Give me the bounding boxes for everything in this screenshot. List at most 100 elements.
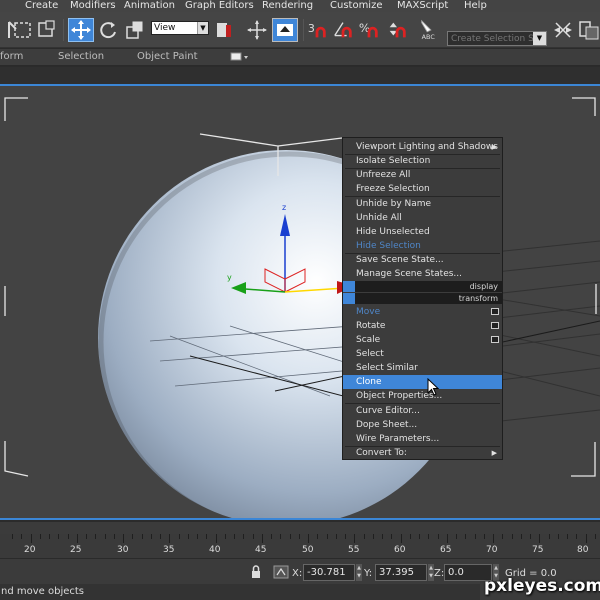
menu-bar: Create Modifiers Animation Graph Editors… (0, 0, 600, 12)
menu-create[interactable]: Create (25, 0, 58, 11)
track-tick (428, 534, 430, 539)
menu-item-label: Rotate (356, 321, 386, 331)
y-coord-field[interactable]: 37.395 (375, 564, 427, 581)
reference-coordinate-value: View (154, 23, 176, 33)
track-tick (160, 534, 161, 539)
menu-item-convert-to[interactable]: Convert To: ▶ (343, 446, 502, 460)
select-scale-icon[interactable] (124, 18, 146, 42)
track-tick (557, 534, 559, 539)
lock-selection-icon[interactable] (250, 565, 262, 582)
menu-item-select-similar[interactable]: Select Similar (343, 361, 502, 375)
reference-coordinate-dropdown[interactable]: View ▼ (151, 21, 209, 35)
track-tick (30, 534, 32, 543)
track-tick (197, 534, 198, 539)
snap-toggle-icon[interactable]: 3 (306, 18, 328, 42)
track-tick (113, 534, 115, 539)
track-tick (493, 534, 494, 543)
menu-item-label: Select (356, 349, 384, 359)
menu-item-label: Freeze Selection (356, 184, 430, 194)
track-bar[interactable]: 20 25 30 35 40 45 50 55 60 65 70 75 80 (0, 534, 600, 558)
quad-header-display: display (343, 281, 502, 292)
x-spinner-icon[interactable]: ▲ ▼ (356, 564, 362, 581)
menu-item-rotate[interactable]: Rotate (343, 319, 502, 333)
perspective-viewport[interactable]: z y (0, 84, 600, 520)
pivot-center-icon[interactable] (213, 18, 235, 42)
absolute-mode-icon[interactable] (273, 565, 289, 582)
menu-item-unhide-by-name[interactable]: Unhide by Name (343, 197, 502, 211)
track-tick (58, 534, 60, 539)
track-tick (76, 534, 78, 543)
track-tick (382, 534, 383, 539)
track-tick (363, 534, 365, 539)
ribbon-tab-object-paint[interactable]: Object Paint (137, 51, 198, 62)
ribbon-tab-selection[interactable]: Selection (58, 51, 104, 62)
settings-box-icon[interactable] (491, 308, 499, 315)
menu-graph-editors[interactable]: Graph Editors (185, 0, 254, 11)
track-tick (123, 534, 124, 543)
quad-header-marker (343, 281, 355, 292)
menu-rendering[interactable]: Rendering (262, 0, 313, 11)
menu-item-scale[interactable]: Scale (343, 333, 502, 347)
spinner-snap-icon[interactable] (386, 18, 408, 42)
menu-item-clone[interactable]: Clone (343, 375, 502, 389)
menu-item-label: Wire Parameters... (356, 434, 440, 444)
track-tick (215, 534, 217, 543)
ribbon-tab-form[interactable]: form (0, 51, 23, 62)
track-tick (243, 534, 245, 539)
menu-help[interactable]: Help (464, 0, 487, 11)
menu-item-manage-scene-states[interactable]: Manage Scene States... (343, 267, 502, 281)
track-tick (437, 534, 439, 539)
menu-customize[interactable]: Customize (330, 0, 383, 11)
track-label-40: 40 (209, 545, 221, 555)
percent-snap-icon[interactable]: % (358, 18, 380, 42)
settings-box-icon[interactable] (491, 336, 499, 343)
track-label-25: 25 (70, 545, 82, 555)
ribbon-options-icon[interactable] (230, 52, 250, 65)
edit-named-selection-icon[interactable]: ABC (418, 18, 440, 42)
quad-header-label: display (469, 282, 498, 291)
menu-animation[interactable]: Animation (124, 0, 175, 11)
menu-item-move: Move (343, 305, 502, 319)
settings-box-icon[interactable] (491, 322, 499, 329)
track-tick (252, 534, 254, 539)
menu-item-curve-editor[interactable]: Curve Editor... (343, 404, 502, 418)
menu-item-dope-sheet[interactable]: Dope Sheet... (343, 418, 502, 432)
menu-item-wire-parameters[interactable]: Wire Parameters... (343, 432, 502, 446)
track-label-75: 75 (532, 545, 544, 555)
track-tick (39, 534, 41, 539)
menu-item-unhide-all[interactable]: Unhide All (343, 211, 502, 225)
menu-item-save-scene-state[interactable]: Save Scene State... (343, 253, 502, 267)
select-move-icon[interactable] (68, 18, 94, 42)
menu-item-viewport-lighting[interactable]: Viewport Lighting and Shadows ▶ (343, 140, 502, 154)
viewport-canvas: z y (0, 86, 600, 518)
select-region-icon[interactable] (12, 18, 34, 42)
menu-item-select[interactable]: Select (343, 347, 502, 361)
select-rotate-icon[interactable] (97, 18, 119, 42)
menu-item-isolate-selection[interactable]: Isolate Selection (343, 154, 502, 168)
main-toolbar: View ▼ 3 % ABC ▼ (0, 12, 600, 48)
menu-item-label: Viewport Lighting and Shadows (356, 142, 498, 152)
menu-modifiers[interactable]: Modifiers (70, 0, 116, 11)
menu-maxscript[interactable]: MAXScript (397, 0, 448, 11)
track-tick (234, 534, 235, 539)
menu-item-label: Save Scene State... (356, 255, 444, 265)
menu-item-freeze-selection[interactable]: Freeze Selection (343, 182, 502, 196)
menu-item-hide-unselected[interactable]: Hide Unselected (343, 225, 502, 239)
chevron-down-icon[interactable]: ▼ (533, 32, 546, 45)
menu-item-unfreeze-all[interactable]: Unfreeze All (343, 168, 502, 182)
track-tick (261, 534, 263, 543)
track-tick (576, 534, 578, 539)
x-coord-field[interactable]: -30.781 (303, 564, 355, 581)
window-crossing-icon[interactable] (36, 18, 58, 42)
align-icon[interactable] (578, 18, 600, 42)
time-slider[interactable] (0, 522, 600, 534)
angle-snap-icon[interactable] (332, 18, 354, 42)
mirror-icon[interactable] (552, 18, 574, 42)
menu-item-label: Hide Unselected (356, 227, 430, 237)
menu-item-object-properties[interactable]: Object Properties... (343, 389, 502, 403)
select-manipulate-icon[interactable] (246, 18, 268, 42)
track-tick (520, 534, 522, 539)
track-tick (511, 534, 513, 539)
named-selection-sets-input[interactable] (447, 31, 547, 46)
keyboard-shortcut-override-icon[interactable] (272, 18, 298, 42)
